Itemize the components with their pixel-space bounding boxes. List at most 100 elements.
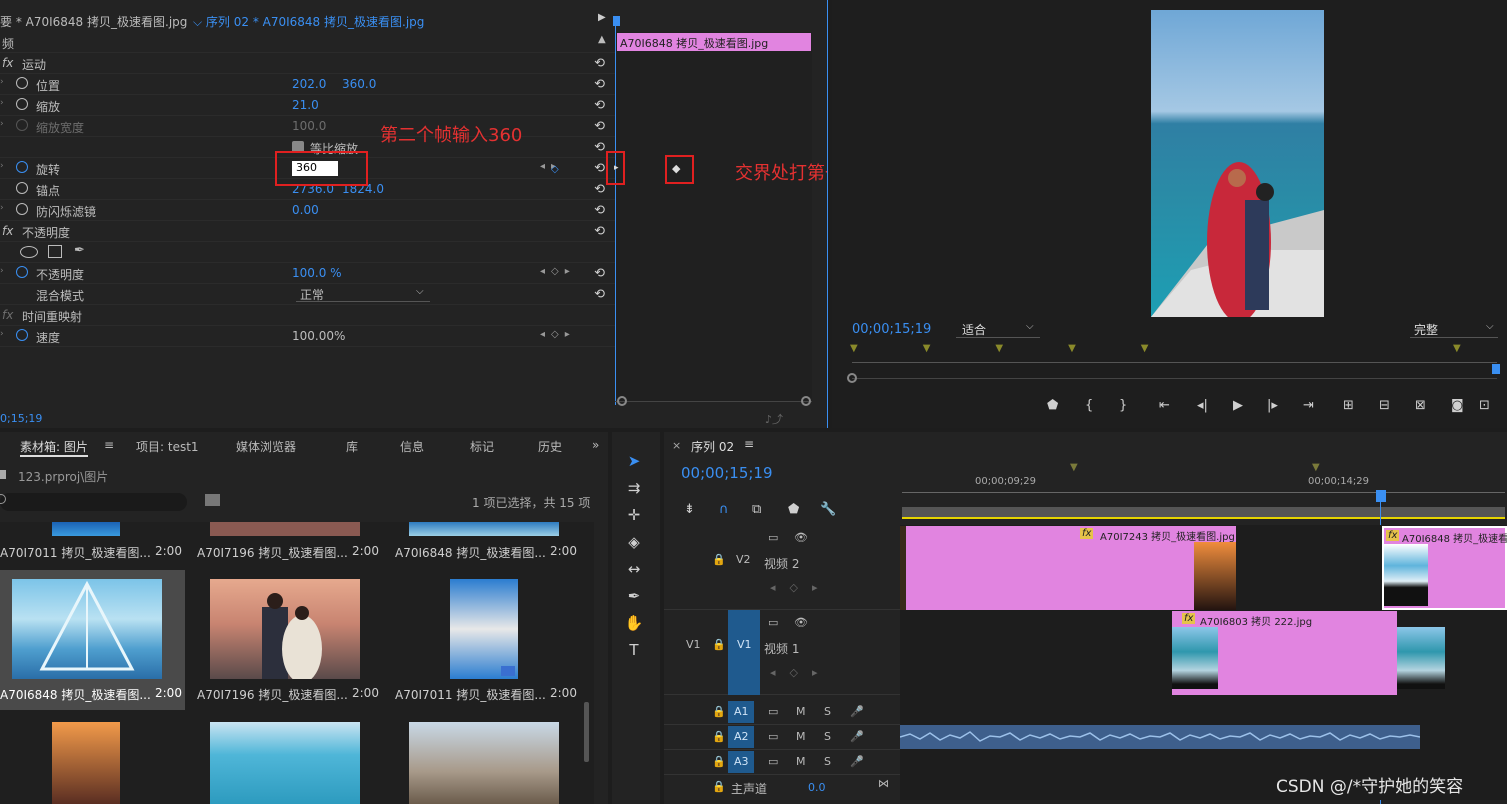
clip-v2-b[interactable]: fx A70I6848 拷贝_极速看 [1382, 526, 1507, 610]
sync-lock-icon[interactable]: ▭ [768, 730, 778, 743]
play-only-icon[interactable]: ▶ [598, 12, 606, 23]
nest-icon[interactable]: ⇟ [684, 502, 695, 517]
twirl-icon[interactable]: › [0, 77, 4, 87]
master-value[interactable]: 0.0 [808, 781, 826, 794]
selection-tool-icon[interactable]: ➤ [623, 450, 645, 472]
play-icon[interactable]: ▶ [1233, 398, 1243, 413]
pen-tool-icon[interactable]: ✒ [623, 585, 645, 607]
add-marker-icon[interactable]: ⬟ [788, 502, 799, 517]
wrench-icon[interactable]: 🔧 [820, 502, 836, 517]
speed-value[interactable]: 100.00% [292, 329, 345, 343]
marker-icon[interactable]: ▼ [1312, 462, 1320, 473]
linked-selection-icon[interactable]: ⧉ [752, 502, 761, 517]
tab-master[interactable]: 要 * A70I6848 拷贝_极速看图.jpg [0, 13, 187, 30]
scale-value[interactable]: 21.0 [292, 98, 319, 112]
panel-menu-icon[interactable]: ≡ [104, 438, 114, 452]
sync-lock-icon[interactable]: ▭ [768, 705, 778, 718]
compare-icon[interactable]: ⊠ [1415, 398, 1426, 413]
rectangle-mask-icon[interactable] [48, 245, 62, 258]
twirl-icon[interactable]: › [0, 98, 4, 108]
reset-icon[interactable]: ⟲ [594, 119, 605, 134]
thumbnail[interactable] [450, 579, 518, 679]
twirl-icon[interactable]: › [0, 203, 4, 213]
sync-lock-icon[interactable]: ▭ [768, 755, 778, 768]
keyframe-nav[interactable]: ◂◇▸ [770, 581, 832, 594]
track-a2-label[interactable]: A2 [734, 730, 749, 743]
export-frame-icon[interactable]: ♪⤴ [765, 411, 783, 427]
microphone-icon[interactable]: 🎤 [850, 730, 864, 743]
mini-scrollbar[interactable] [615, 401, 812, 402]
twirl-icon[interactable]: › [0, 329, 4, 339]
solo-button[interactable]: S [824, 755, 831, 768]
reset-icon[interactable]: ⟲ [594, 266, 605, 281]
mini-clip[interactable]: A70I6848 拷贝_极速看图.jpg [617, 33, 811, 51]
overflow-icon[interactable]: » [592, 438, 599, 452]
tab-history[interactable]: 历史 [538, 438, 562, 455]
thumbnail[interactable] [12, 579, 162, 679]
stopwatch-icon[interactable] [16, 329, 28, 341]
marker-icon[interactable]: ▼ [1070, 462, 1078, 473]
twirl-icon[interactable]: › [0, 266, 4, 276]
thumbnail[interactable] [210, 522, 360, 536]
timeline-tab[interactable]: 序列 02 [691, 438, 734, 455]
marker-icon[interactable]: ▼ [1453, 343, 1461, 354]
stopwatch-icon[interactable] [16, 266, 28, 278]
tab-info[interactable]: 信息 [400, 438, 424, 455]
timeline-playhead-marker[interactable] [1376, 490, 1386, 502]
search-input[interactable] [0, 493, 187, 511]
scroll-handle[interactable] [847, 373, 857, 383]
track-a3-label[interactable]: A3 [734, 755, 749, 768]
hand-tool-icon[interactable]: ✋ [623, 612, 645, 634]
go-to-in-icon[interactable]: ⇤ [1159, 398, 1170, 413]
mute-button[interactable]: M [796, 730, 806, 743]
eye-icon[interactable]: 👁 [794, 616, 808, 629]
twirl-icon[interactable]: › [0, 119, 4, 129]
program-timecode[interactable]: 00;00;15;19 [852, 322, 931, 337]
sync-lock-icon[interactable]: ▭ [768, 531, 778, 544]
step-back-icon[interactable]: ◂| [1197, 398, 1208, 413]
thumbnail[interactable] [52, 522, 120, 536]
tab-media-browser[interactable]: 媒体浏览器 [236, 438, 296, 455]
keyframe-nav[interactable]: ◂◇▸ [540, 161, 562, 175]
reset-icon[interactable]: ⟲ [594, 140, 605, 155]
ellipse-mask-icon[interactable] [20, 246, 38, 258]
extract-icon[interactable]: ⊟ [1379, 398, 1390, 413]
track-v2-label[interactable]: V2 [736, 553, 751, 566]
reset-icon[interactable]: ⟲ [594, 77, 605, 92]
tab-sequence[interactable]: ⌵ 序列 02 * A70I6848 拷贝_极速看图.jpg [193, 13, 424, 30]
program-ruler[interactable] [852, 362, 1497, 363]
reset-icon[interactable]: ⟲ [594, 287, 605, 302]
effect-mini-timeline[interactable] [615, 32, 812, 402]
playhead-line[interactable] [615, 20, 616, 405]
reset-icon[interactable]: ⟲ [594, 56, 605, 71]
timeline-ruler[interactable]: ▼ ▼ 00;00;09;29 00;00;14;29 [900, 460, 1507, 520]
pen-mask-icon[interactable]: ✒ [74, 243, 85, 258]
snap-icon[interactable]: ∩ [719, 502, 729, 517]
lift-icon[interactable]: ⊞ [1343, 398, 1354, 413]
reset-icon[interactable]: ⟲ [594, 98, 605, 113]
tab-markers[interactable]: 标记 [470, 438, 494, 455]
mute-button[interactable]: M [796, 705, 806, 718]
microphone-icon[interactable]: 🎤 [850, 755, 864, 768]
reset-icon[interactable]: ⟲ [594, 224, 605, 239]
microphone-icon[interactable]: 🎤 [850, 705, 864, 718]
panel-menu-icon[interactable]: ≡ [744, 437, 754, 451]
thumbnail[interactable] [210, 722, 360, 804]
audio-clip-a2[interactable] [899, 725, 1421, 749]
sync-lock-icon[interactable]: ▭ [768, 616, 778, 629]
track-v1-target[interactable] [728, 610, 760, 695]
thumbnail[interactable] [409, 722, 559, 804]
scroll-handle-right[interactable] [801, 396, 811, 406]
thumbnail[interactable] [210, 579, 360, 679]
lock-icon[interactable]: 🔒 [712, 755, 726, 768]
thumbnail[interactable] [52, 722, 120, 804]
lock-icon[interactable]: 🔒 [712, 730, 726, 743]
flicker-value[interactable]: 0.00 [292, 203, 319, 217]
mark-in-icon[interactable]: { [1085, 398, 1093, 413]
track-select-tool-icon[interactable]: ⇉ [623, 477, 645, 499]
opacity-value[interactable]: 100.0 % [292, 266, 342, 280]
playhead-marker[interactable] [613, 16, 620, 26]
stopwatch-icon[interactable] [16, 161, 28, 173]
quality-select[interactable]: 完整 ⌵ [1410, 321, 1498, 338]
reset-icon[interactable]: ⟲ [594, 182, 605, 197]
